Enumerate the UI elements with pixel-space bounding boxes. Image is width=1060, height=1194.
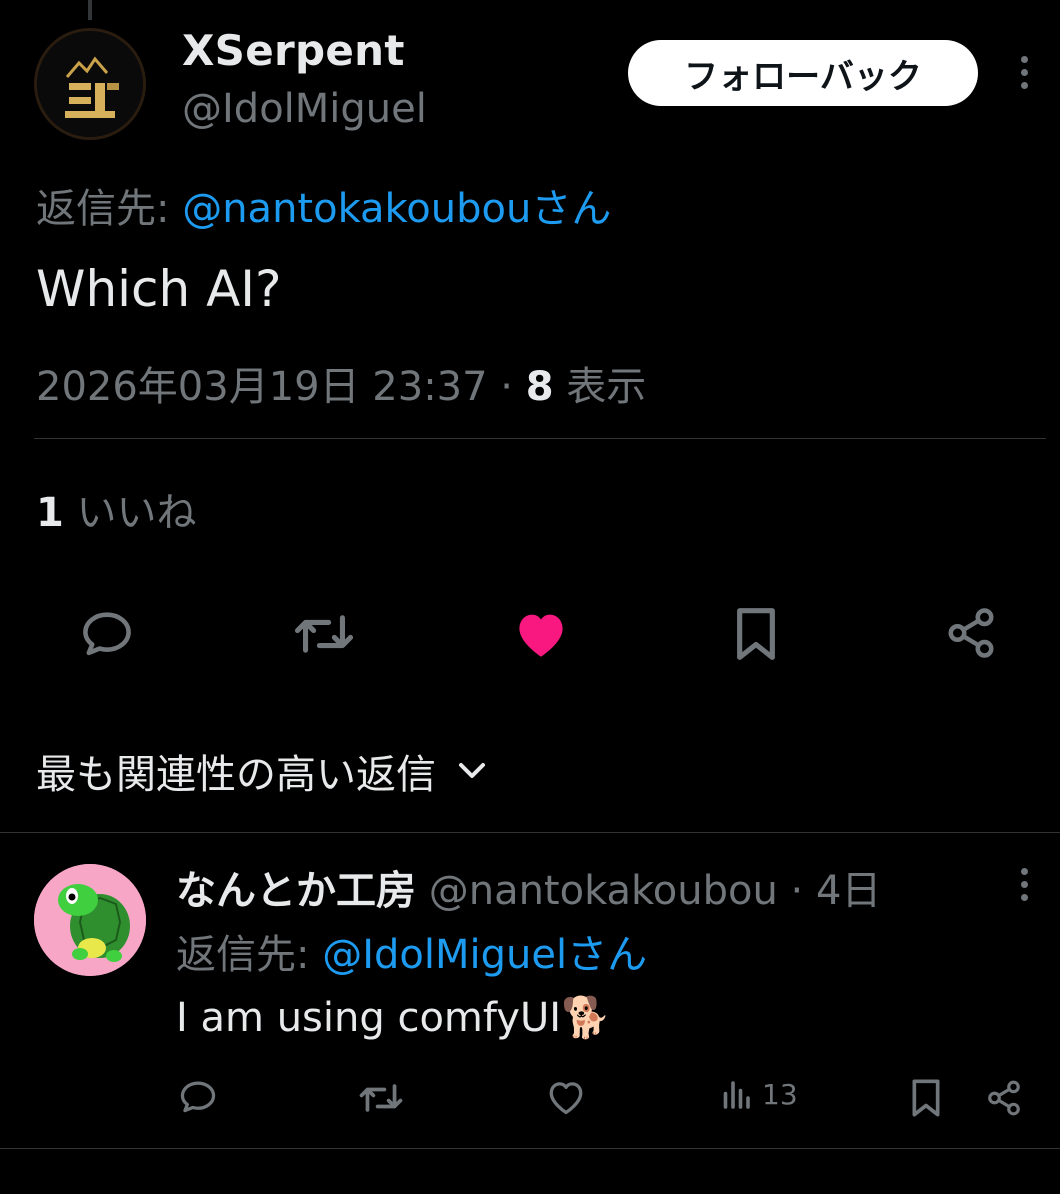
views-icon — [723, 1080, 750, 1109]
reply-bookmark-button[interactable] — [906, 1076, 946, 1120]
views-label: 表示 — [553, 364, 647, 410]
divider — [34, 438, 1046, 439]
display-name[interactable]: XSerpent — [182, 26, 405, 75]
share-button[interactable] — [940, 602, 1002, 664]
follow-back-button[interactable]: フォローバック — [628, 40, 978, 106]
reply-views[interactable]: 13 — [722, 1078, 798, 1111]
reply-share-button[interactable] — [982, 1076, 1026, 1120]
tweet-text: Which AI? — [36, 260, 282, 318]
thread-line — [88, 0, 92, 20]
more-options-icon[interactable] — [1018, 56, 1030, 89]
avatar[interactable] — [34, 28, 146, 140]
tweet-meta: 2026年03月19日 23:37 · 8 表示 — [36, 354, 646, 412]
reply-reply-to-line: 返信先: @IdolMiguelさん — [176, 922, 647, 980]
user-handle[interactable]: @IdolMiguel — [182, 86, 427, 132]
reply-reply-to-mention-link[interactable]: @IdolMiguelさん — [322, 932, 647, 978]
reply-text-content: I am using comfyUI — [176, 995, 562, 1041]
reply-to-prefix: 返信先: — [36, 186, 183, 232]
reply-icon — [83, 612, 131, 656]
retweet-icon — [294, 615, 354, 653]
reply-reply-to-prefix: 返信先: — [176, 932, 323, 978]
reply-handle-and-time[interactable]: @nantokakoubou · 4日 — [416, 868, 882, 914]
like-button[interactable] — [510, 604, 572, 664]
reply-sort-dropdown[interactable]: 最も関連性の高い返信 — [36, 742, 486, 800]
reply-more-options-icon[interactable] — [1018, 868, 1030, 901]
reply-sort-label: 最も関連性の高い返信 — [36, 752, 436, 798]
divider — [0, 1148, 1060, 1149]
like-icon — [519, 614, 563, 657]
like-icon — [549, 1082, 583, 1115]
avatar-logo-image — [37, 31, 143, 137]
likes-summary[interactable]: 1 いいね — [36, 480, 197, 538]
reply-icon — [180, 1081, 216, 1113]
reply-header: なんとか工房 @nantokakoubou · 4日 — [176, 858, 881, 916]
reply-like-button[interactable] — [544, 1076, 588, 1118]
reply-text: I am using comfyUI🐕 — [176, 994, 611, 1041]
bookmark-icon — [737, 608, 775, 660]
retweet-button[interactable] — [292, 604, 356, 664]
retweet-icon — [359, 1084, 403, 1112]
turtle-avatar-image — [34, 864, 146, 976]
views-count: 8 — [525, 364, 554, 410]
reply-views-count: 13 — [762, 1078, 798, 1111]
reply-avatar[interactable] — [34, 864, 146, 976]
reply-button[interactable] — [76, 604, 138, 664]
reply-to-line: 返信先: @nantokakoubouさん — [36, 176, 611, 234]
reply-display-name[interactable]: なんとか工房 — [176, 868, 416, 914]
divider — [0, 832, 1060, 833]
share-icon — [948, 608, 994, 658]
reply-to-mention-link[interactable]: @nantokakoubouさん — [182, 186, 611, 232]
tweet-detail-page: XSerpent @IdolMiguel フォローバック 返信先: @nanto… — [0, 0, 1060, 1194]
likes-label: いいね — [63, 490, 197, 536]
chevron-down-icon — [459, 763, 485, 778]
bookmark-icon — [912, 1079, 940, 1117]
timestamp[interactable]: 2026年03月19日 23:37 · — [36, 364, 526, 410]
dog-emoji: 🐕 — [561, 995, 611, 1041]
likes-count: 1 — [36, 490, 64, 536]
share-icon — [988, 1080, 1020, 1116]
reply-reply-button[interactable] — [176, 1076, 220, 1118]
reply-retweet-button[interactable] — [358, 1078, 404, 1118]
bookmark-button[interactable] — [726, 602, 786, 666]
